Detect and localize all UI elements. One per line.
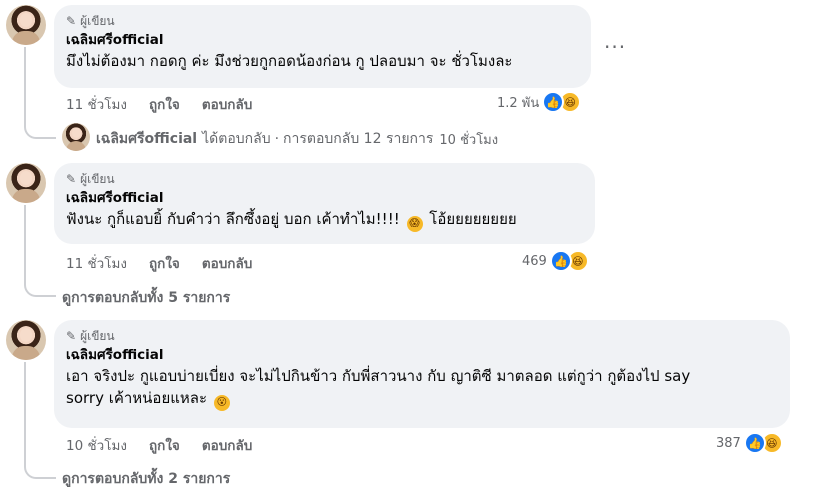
like-button[interactable]: ถูกใจ bbox=[149, 252, 180, 274]
reply-button[interactable]: ตอบกลับ bbox=[202, 93, 252, 115]
surprised-emoji-icon: 😮 bbox=[213, 395, 230, 411]
comment-bubble: ✎ ผู้เขียน เฉลิมศรีofficial ฟังนะ กูก็แอ… bbox=[54, 163, 595, 244]
thread-connector bbox=[24, 205, 56, 297]
comment-text-line-1: เอา จริงปะ กูแอบบ่ายเบี่ยง จะไม่ไปกินข้า… bbox=[66, 367, 691, 385]
like-reaction-icon: 👍 bbox=[549, 250, 572, 272]
comment-author[interactable]: เฉลิมศรีofficial bbox=[66, 189, 583, 208]
comment-text-line-2: sorry เค้าหน่อยแหละ 😮 bbox=[66, 387, 778, 411]
reply-action: ได้ตอบกลับ bbox=[202, 131, 271, 147]
reaction-count: 469 bbox=[522, 253, 547, 269]
view-replies-link[interactable]: ดูการตอบกลับทั้ง 2 รายการ bbox=[62, 468, 230, 490]
reply-author[interactable]: เฉลิมศรีofficial bbox=[96, 128, 197, 150]
comment-actions: 11 ชั่วโมง ถูกใจ ตอบกลับ bbox=[66, 252, 274, 274]
separator: · bbox=[274, 131, 280, 147]
author-role-badge: ✎ ผู้เขียน bbox=[66, 328, 778, 344]
author-role-badge: ✎ ผู้เขียน bbox=[66, 171, 583, 187]
like-button[interactable]: ถูกใจ bbox=[149, 434, 180, 456]
reaction-summary[interactable]: 387 👍 😆 bbox=[716, 432, 783, 454]
view-replies-link[interactable]: ดูการตอบกลับทั้ง 5 รายการ bbox=[62, 287, 230, 309]
like-reaction-icon: 👍 bbox=[542, 91, 565, 113]
thread-connector bbox=[24, 362, 56, 479]
role-label: ผู้เขียน bbox=[80, 13, 115, 28]
scream-emoji-icon: 😱 bbox=[406, 216, 423, 232]
comment-text-main: ฟังนะ กูก็แอบยิ้ กับคำว่า ลึกซึ้งอยู่ บอ… bbox=[66, 210, 400, 228]
comment-time[interactable]: 11 ชั่วโมง bbox=[66, 93, 127, 115]
comment-bubble: ✎ ผู้เขียน เฉลิมศรีofficial เอา จริงปะ ก… bbox=[54, 320, 790, 428]
reply-preview[interactable]: เฉลิมศรีofficial ได้ตอบกลับ · การตอบกลับ… bbox=[96, 128, 498, 150]
reply-button[interactable]: ตอบกลับ bbox=[202, 252, 252, 274]
reply-time: 10 ชั่วโมง bbox=[439, 132, 499, 148]
reaction-summary[interactable]: 1.2 พัน 👍 😆 bbox=[497, 91, 582, 113]
reply-button[interactable]: ตอบกลับ bbox=[202, 434, 252, 456]
comment-text: มึงไม่ต้องมา กอดกู ค่ะ มึงช่วยกูกอดน้องก… bbox=[66, 52, 513, 70]
comment-text: ฟังนะ กูก็แอบยิ้ กับคำว่า ลึกซึ้งอยู่ บอ… bbox=[66, 208, 583, 232]
commenter-avatar[interactable] bbox=[6, 5, 46, 45]
comment-time[interactable]: 11 ชั่วโมง bbox=[66, 252, 127, 274]
reaction-summary[interactable]: 469 👍 😆 bbox=[522, 250, 589, 272]
role-label: ผู้เขียน bbox=[80, 171, 115, 186]
pencil-icon: ✎ bbox=[66, 329, 77, 343]
comment-author[interactable]: เฉลิมศรีofficial bbox=[66, 31, 579, 50]
comment-actions: 10 ชั่วโมง ถูกใจ ตอบกลับ bbox=[66, 434, 274, 456]
comment-text-main: sorry เค้าหน่อยแหละ bbox=[66, 389, 208, 407]
commenter-avatar[interactable] bbox=[6, 163, 46, 203]
pencil-icon: ✎ bbox=[66, 172, 77, 186]
role-label: ผู้เขียน bbox=[80, 328, 115, 343]
more-options-icon[interactable]: ··· bbox=[604, 37, 626, 57]
comment-text-end: โอ้ยยยยยยยย bbox=[429, 210, 517, 228]
pencil-icon: ✎ bbox=[66, 14, 77, 28]
comment-author[interactable]: เฉลิมศรีofficial bbox=[66, 346, 778, 365]
comment-bubble: ✎ ผู้เขียน เฉลิมศรีofficial มึงไม่ต้องมา… bbox=[54, 5, 591, 88]
reaction-count: 387 bbox=[716, 435, 741, 451]
like-reaction-icon: 👍 bbox=[743, 432, 766, 454]
comment-actions: 11 ชั่วโมง ถูกใจ ตอบกลับ bbox=[66, 93, 274, 115]
commenter-avatar[interactable] bbox=[6, 320, 46, 360]
thread-connector bbox=[24, 47, 56, 139]
reaction-count: 1.2 พัน bbox=[497, 95, 540, 111]
author-role-badge: ✎ ผู้เขียน bbox=[66, 13, 579, 29]
like-button[interactable]: ถูกใจ bbox=[149, 93, 180, 115]
comment-time[interactable]: 10 ชั่วโมง bbox=[66, 434, 127, 456]
reply-count-summary: การตอบกลับ 12 รายการ bbox=[283, 131, 434, 147]
reply-avatar[interactable] bbox=[62, 123, 90, 151]
